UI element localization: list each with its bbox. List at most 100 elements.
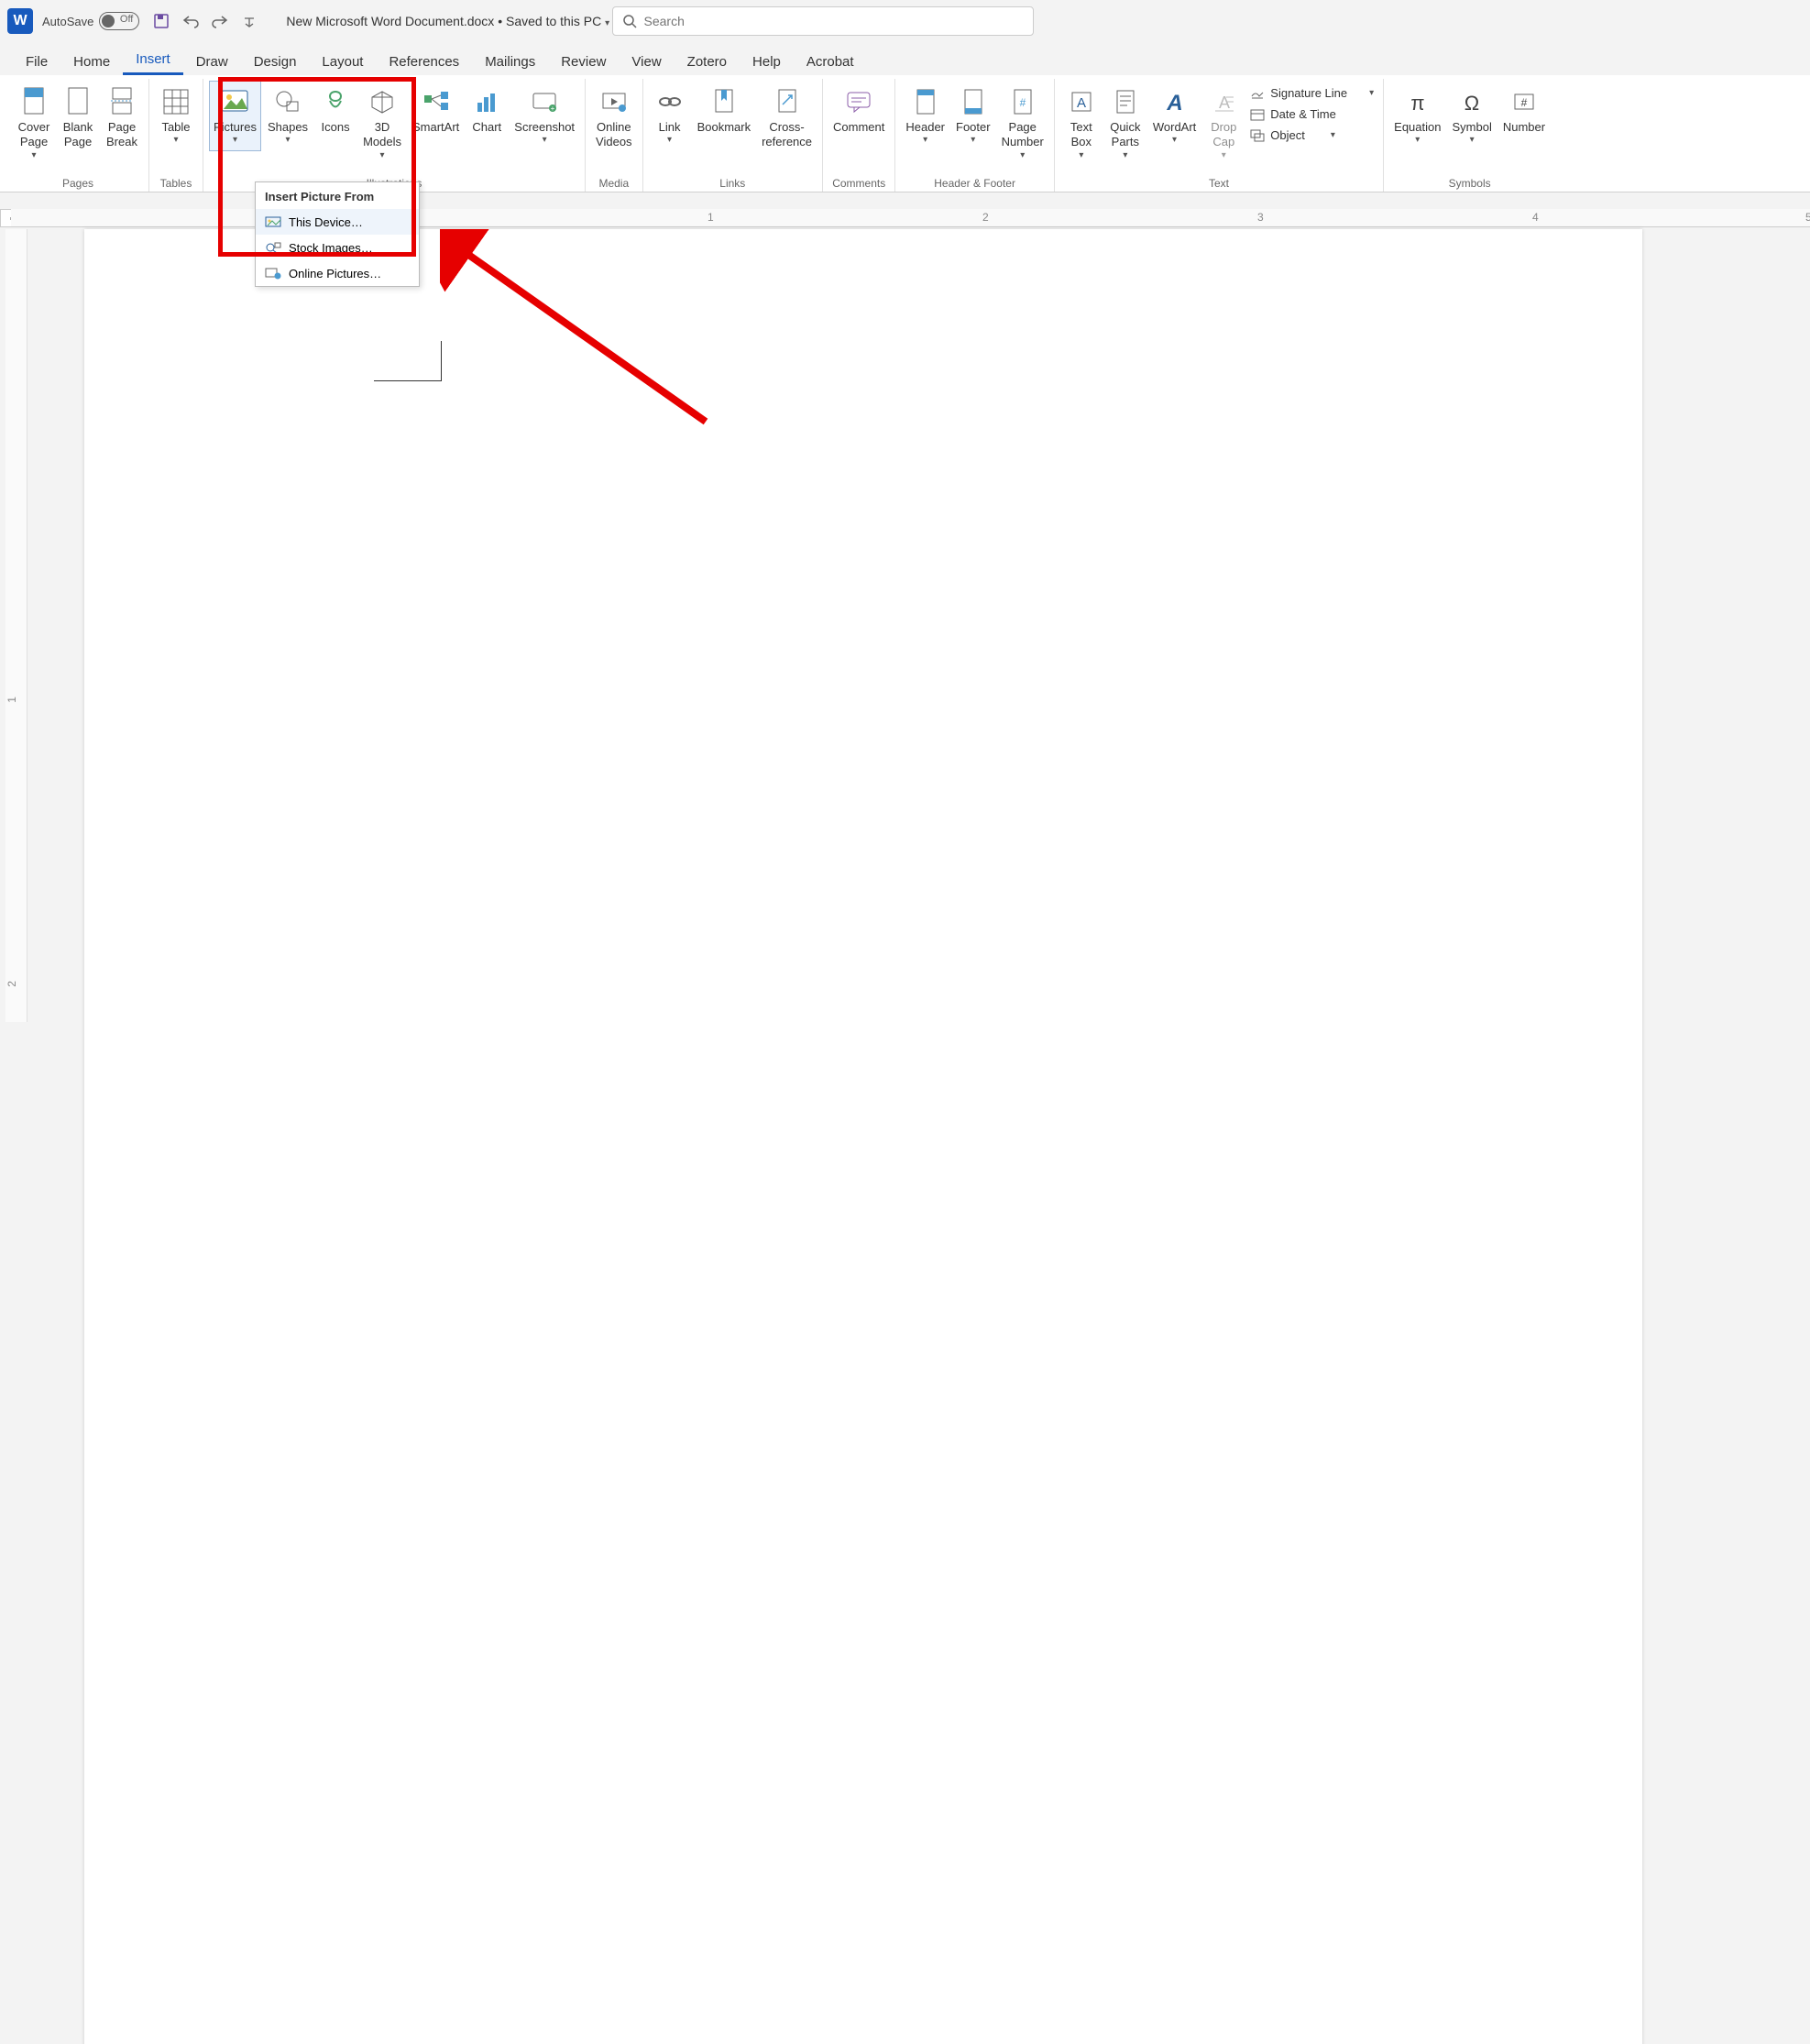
document-title[interactable]: New Microsoft Word Document.docx • Saved…: [286, 14, 609, 28]
tab-insert[interactable]: Insert: [123, 45, 183, 75]
comment-button[interactable]: Comment: [828, 81, 889, 139]
pictures-icon: [218, 85, 251, 118]
tab-file[interactable]: File: [13, 48, 60, 75]
tab-help[interactable]: Help: [740, 48, 794, 75]
group-label-comments: Comments: [832, 174, 885, 190]
text-box-icon: A: [1065, 85, 1098, 118]
qat-customize-button[interactable]: [236, 8, 262, 34]
quick-parts-icon: [1109, 85, 1142, 118]
date-time-button[interactable]: Date & Time: [1246, 105, 1377, 123]
page-number-icon: #: [1006, 85, 1039, 118]
shapes-button[interactable]: Shapes▾: [263, 81, 313, 151]
number-icon: #: [1508, 85, 1541, 118]
bookmark-button[interactable]: Bookmark: [693, 81, 756, 139]
page-number-button[interactable]: # Page Number▾: [997, 81, 1048, 166]
group-text: A Text Box▾ Quick Parts▾ A WordArt▾ A Dr…: [1055, 79, 1384, 192]
svg-text:#: #: [1521, 96, 1528, 109]
calendar-icon: [1250, 108, 1265, 121]
tab-layout[interactable]: Layout: [309, 48, 376, 75]
page[interactable]: [84, 229, 1642, 2044]
group-tables: Table▾ Tables: [149, 79, 203, 192]
tab-home[interactable]: Home: [60, 48, 123, 75]
group-comments: Comment Comments: [823, 79, 895, 192]
ruler-tick: 2: [982, 211, 989, 224]
stock-images-icon: [265, 240, 281, 255]
ruler-tick: 3: [1257, 211, 1264, 224]
tab-draw[interactable]: Draw: [183, 48, 241, 75]
footer-icon: [957, 85, 990, 118]
search-input[interactable]: [644, 14, 1024, 28]
save-button[interactable]: [148, 8, 174, 34]
chart-button[interactable]: Chart: [466, 81, 508, 139]
document-area[interactable]: [27, 229, 1810, 1022]
cube-icon: [366, 85, 399, 118]
dropdown-item-label: Online Pictures…: [289, 267, 381, 280]
pictures-button[interactable]: Pictures▾: [209, 81, 261, 151]
group-media: Online Videos Media: [586, 79, 643, 192]
ruler-tick: 1: [708, 211, 714, 224]
tab-review[interactable]: Review: [548, 48, 619, 75]
word-app-icon: W: [7, 8, 33, 34]
3d-models-button[interactable]: 3D Models▾: [358, 81, 406, 166]
redo-button[interactable]: [207, 8, 233, 34]
smartart-icon: [420, 85, 453, 118]
footer-button[interactable]: Footer▾: [951, 81, 995, 151]
tab-mailings[interactable]: Mailings: [472, 48, 548, 75]
header-button[interactable]: Header▾: [901, 81, 949, 151]
signature-line-button[interactable]: Signature Line▾: [1246, 84, 1377, 102]
ruler-tick-v: 2: [5, 981, 27, 987]
online-videos-button[interactable]: Online Videos: [591, 81, 637, 155]
equation-button[interactable]: π Equation▾: [1389, 81, 1445, 151]
tab-design[interactable]: Design: [241, 48, 310, 75]
tab-zotero[interactable]: Zotero: [675, 48, 740, 75]
drop-cap-icon: A: [1207, 85, 1240, 118]
quick-parts-button[interactable]: Quick Parts▾: [1104, 81, 1146, 166]
tab-view[interactable]: View: [619, 48, 674, 75]
text-box-button[interactable]: A Text Box▾: [1060, 81, 1102, 166]
group-label-text: Text: [1209, 174, 1229, 190]
autosave-toggle[interactable]: AutoSave Off: [42, 12, 139, 30]
drop-cap-button[interactable]: A Drop Cap▾: [1202, 81, 1245, 166]
dropdown-item-online-pictures[interactable]: Online Pictures…: [256, 260, 419, 286]
online-pictures-icon: [265, 266, 281, 280]
dropdown-item-this-device[interactable]: This Device…: [256, 209, 419, 235]
blank-page-button[interactable]: Blank Page: [57, 81, 99, 155]
table-button[interactable]: Table▾: [155, 81, 197, 151]
icons-button[interactable]: Icons: [314, 81, 357, 139]
object-icon: [1250, 129, 1265, 142]
svg-text:A: A: [1077, 95, 1086, 111]
dropdown-item-stock-images[interactable]: Stock Images…: [256, 235, 419, 260]
wordart-icon: A: [1158, 85, 1191, 118]
number-button[interactable]: # Number: [1498, 81, 1550, 139]
search-icon: [622, 14, 637, 28]
tab-references[interactable]: References: [376, 48, 472, 75]
bookmark-icon: [708, 85, 740, 118]
page-break-icon: [105, 85, 138, 118]
link-button[interactable]: Link▾: [649, 81, 691, 151]
svg-text:#: #: [1019, 96, 1026, 109]
vertical-ruler[interactable]: 1 2: [5, 229, 27, 1022]
header-icon: [909, 85, 942, 118]
smartart-button[interactable]: SmartArt: [408, 81, 464, 139]
search-box[interactable]: [612, 6, 1034, 36]
wordart-button[interactable]: A WordArt▾: [1148, 81, 1201, 151]
ruler-tick: 4: [1532, 211, 1539, 224]
ribbon: Cover Page▾ Blank Page Page Break Pages …: [0, 75, 1810, 192]
object-button[interactable]: Object▾: [1246, 126, 1377, 144]
svg-text:A: A: [1219, 93, 1230, 112]
cover-page-button[interactable]: Cover Page▾: [13, 81, 55, 166]
symbol-button[interactable]: Ω Symbol▾: [1447, 81, 1496, 151]
group-illustrations: Pictures▾ Shapes▾ Icons 3D Models▾ Smart…: [203, 79, 586, 192]
chart-icon: [470, 85, 503, 118]
tab-acrobat[interactable]: Acrobat: [794, 48, 867, 75]
svg-text:π: π: [1410, 92, 1424, 114]
comment-icon: [842, 85, 875, 118]
group-pages: Cover Page▾ Blank Page Page Break Pages: [7, 79, 149, 192]
svg-text:+: +: [551, 104, 555, 113]
page-break-button[interactable]: Page Break: [101, 81, 143, 155]
autosave-state: Off: [120, 14, 133, 25]
undo-button[interactable]: [178, 8, 203, 34]
ribbon-tabs: File Home Insert Draw Design Layout Refe…: [0, 42, 1810, 75]
cross-reference-button[interactable]: Cross- reference: [757, 81, 817, 155]
screenshot-button[interactable]: + Screenshot▾: [510, 81, 579, 151]
